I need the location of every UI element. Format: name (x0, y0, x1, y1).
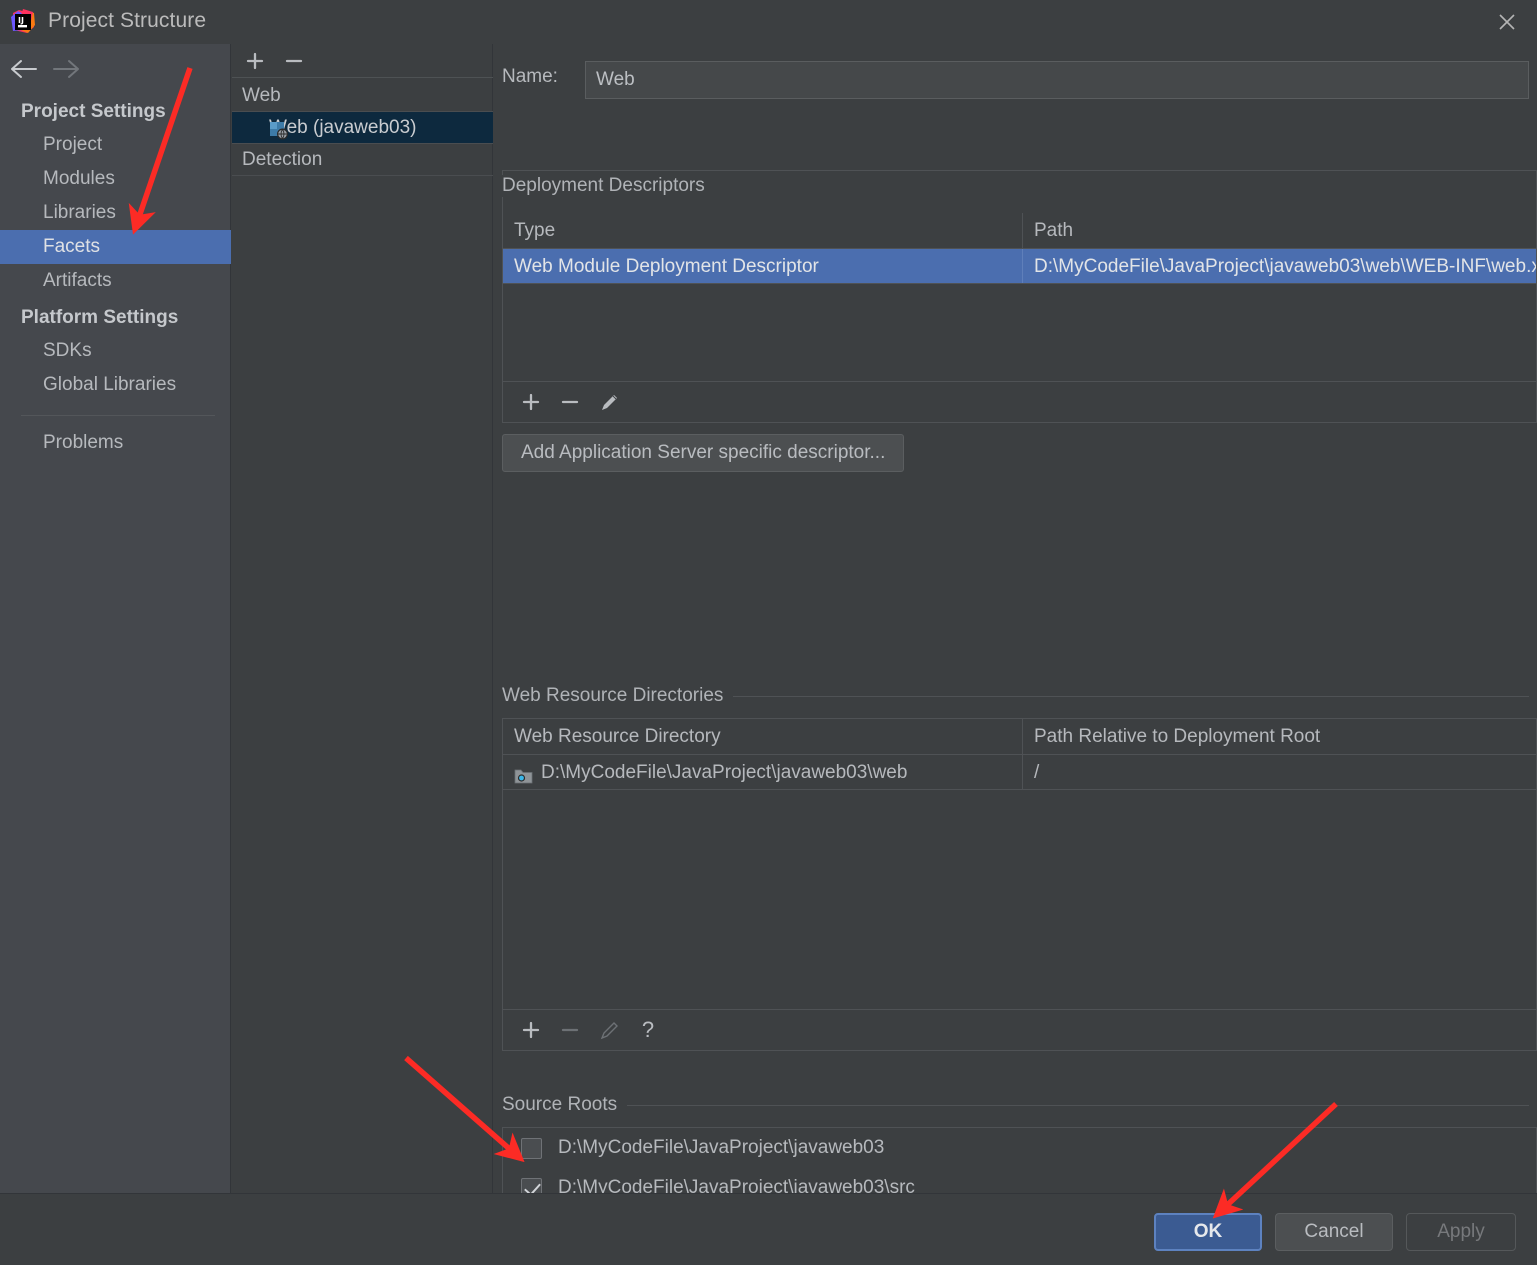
plus-icon[interactable] (515, 1015, 547, 1045)
cancel-button[interactable]: Cancel (1275, 1213, 1393, 1251)
sidebar-item-project[interactable]: Project (0, 128, 231, 162)
folder-icon (514, 763, 534, 784)
web-facet-icon (270, 119, 289, 140)
apply-button[interactable]: Apply (1406, 1213, 1516, 1251)
plus-icon[interactable] (241, 47, 269, 75)
cell-relative-path: / (1034, 762, 1040, 783)
facet-tree-panel: Web Web (javaweb03) Detection (232, 44, 493, 1193)
svg-text:IJ: IJ (18, 16, 24, 25)
sidebar-item-modules[interactable]: Modules (0, 162, 231, 196)
table-row[interactable]: Web Module Deployment Descriptor D:\MyCo… (503, 249, 1536, 284)
source-roots-title: Source Roots (502, 1094, 628, 1116)
table-header-row: Web Resource Directory Path Relative to … (503, 719, 1536, 755)
window-title: Project Structure (48, 9, 207, 32)
project-structure-dialog: IJ Project Structure Project Settings Pr… (0, 0, 1537, 1265)
sidebar-item-problems[interactable]: Problems (0, 426, 231, 460)
deployment-descriptors-title: Deployment Descriptors (502, 175, 715, 197)
pencil-icon[interactable] (593, 387, 625, 417)
sidebar-item-sdks[interactable]: SDKs (0, 334, 231, 368)
deployment-descriptors-toolbar (502, 382, 1537, 423)
settings-sidebar: Project Settings Project Modules Librari… (0, 44, 231, 1193)
source-root-checkbox[interactable] (521, 1137, 542, 1159)
arrow-right-icon[interactable] (48, 54, 82, 84)
pencil-icon (593, 1015, 625, 1045)
sidebar-item-facets[interactable]: Facets (0, 230, 231, 264)
sidebar-navigation (0, 44, 231, 92)
close-icon[interactable] (1477, 0, 1537, 44)
facet-detail-panel: Name: Deployment Descriptors Type Path W… (494, 44, 1537, 1237)
table-row[interactable]: D:\MyCodeFile\JavaProject\javaweb03\web … (503, 755, 1536, 790)
minus-icon (554, 1015, 586, 1045)
cell-directory-label: D:\MyCodeFile\JavaProject\javaweb03\web (541, 762, 908, 783)
sidebar-item-artifacts[interactable]: Artifacts (0, 264, 231, 298)
sidebar-item-global-libraries[interactable]: Global Libraries (0, 368, 231, 402)
ok-button[interactable]: OK (1154, 1213, 1262, 1251)
source-root-label: D:\MyCodeFile\JavaProject\javaweb03 (558, 1137, 885, 1158)
cell-type: Web Module Deployment Descriptor (503, 249, 1023, 283)
section-rule (727, 696, 1529, 697)
tree-row[interactable]: Web (javaweb03) (232, 112, 493, 144)
minus-icon[interactable] (554, 387, 586, 417)
question-icon[interactable]: ? (632, 1015, 664, 1045)
settings-nav-list: Project Settings Project Modules Librari… (0, 92, 231, 460)
tree-row[interactable]: Detection (232, 144, 493, 176)
column-header-relative-path[interactable]: Path Relative to Deployment Root (1023, 719, 1536, 754)
column-header-web-resource-directory[interactable]: Web Resource Directory (503, 719, 1023, 754)
tree-row-label: Web (javaweb03) (269, 117, 417, 138)
intellij-idea-icon: IJ (9, 8, 37, 36)
facet-tree-toolbar (232, 44, 493, 78)
sidebar-item-libraries[interactable]: Libraries (0, 196, 231, 230)
sidebar-group-project-settings: Project Settings (21, 101, 166, 122)
name-input[interactable] (585, 61, 1529, 99)
dialog-footer: OK Cancel Apply (0, 1193, 1537, 1265)
web-resource-directories-list: Web Resource Directory Path Relative to … (502, 718, 1537, 1010)
tree-row[interactable]: Web (232, 80, 493, 112)
cell-directory: D:\MyCodeFile\JavaProject\javaweb03\web (503, 755, 1023, 789)
web-resource-directories-title: Web Resource Directories (502, 685, 734, 707)
facet-tree: Web Web (javaweb03) Detection (232, 80, 493, 176)
deployment-descriptors-list: Type Path Web Module Deployment Descript… (502, 170, 1537, 382)
sidebar-divider (21, 415, 215, 416)
cell-path: D:\MyCodeFile\JavaProject\javaweb03\web\… (1034, 256, 1536, 277)
column-header-type[interactable]: Type (503, 213, 1023, 248)
table-header-row: Type Path (503, 213, 1536, 249)
list-item[interactable]: D:\MyCodeFile\JavaProject\javaweb03 (503, 1128, 1536, 1168)
section-rule (619, 1105, 1529, 1106)
arrow-left-icon[interactable] (8, 54, 42, 84)
name-label: Name: (502, 66, 558, 87)
web-resource-directories-toolbar: ? (502, 1010, 1537, 1051)
minus-icon[interactable] (280, 47, 308, 75)
add-server-descriptor-button[interactable]: Add Application Server specific descript… (502, 434, 905, 472)
column-header-path[interactable]: Path (1023, 213, 1536, 248)
title-bar: IJ Project Structure (0, 0, 1537, 44)
plus-icon[interactable] (515, 387, 547, 417)
sidebar-group-platform-settings: Platform Settings (21, 307, 179, 328)
